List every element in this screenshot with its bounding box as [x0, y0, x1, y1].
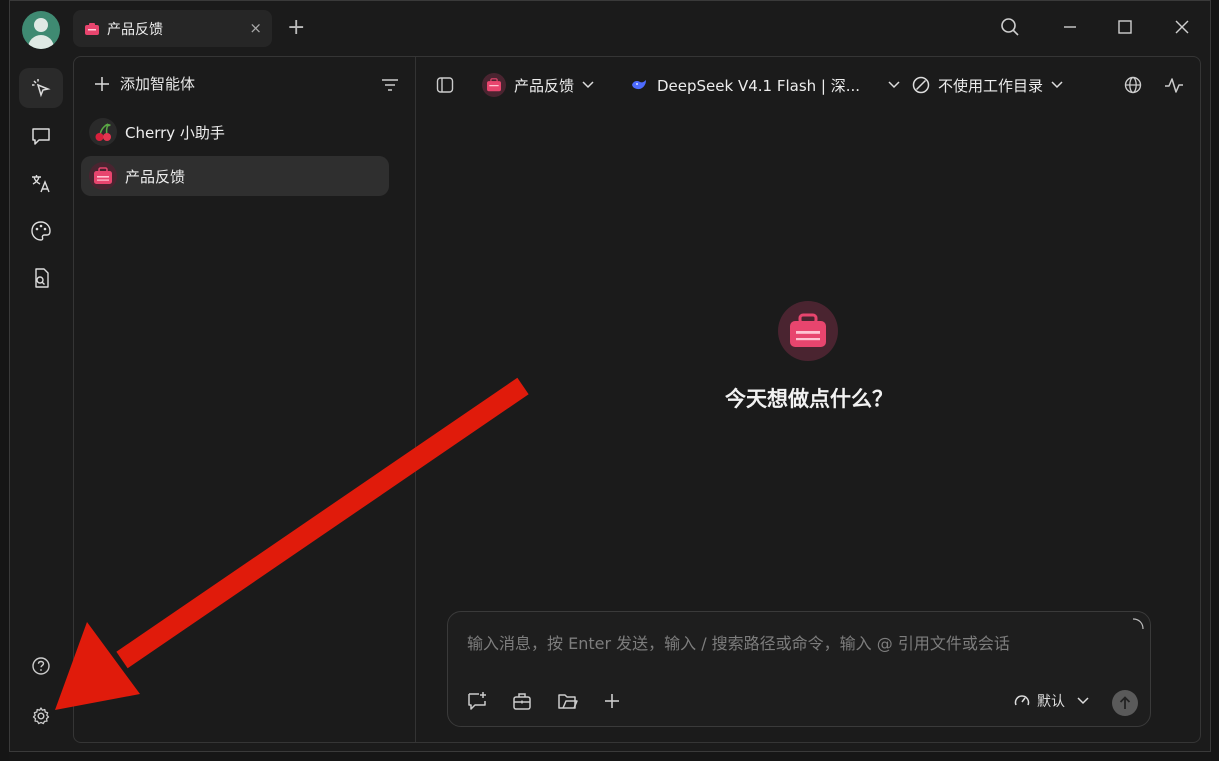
- mode-selector[interactable]: 默认: [1013, 691, 1089, 711]
- rail-translate-button[interactable]: [19, 163, 63, 203]
- folder-icon: [556, 690, 578, 712]
- plus-icon: [603, 692, 621, 710]
- sidebar-toggle-icon: [436, 76, 454, 94]
- message-composer[interactable]: 输入消息，按 Enter 发送，输入 / 搜索路径或命令，输入 @ 引用文件或会…: [447, 611, 1151, 727]
- agent-name: Cherry 小助手: [125, 123, 225, 142]
- background-window-edge-right: [1211, 0, 1219, 761]
- agent-sidebar: 添加智能体 Cherry 小助手 产品反馈: [74, 57, 416, 742]
- model-selector[interactable]: DeepSeek V4.1 Flash | 深...: [631, 73, 900, 97]
- toolbox-icon: [778, 301, 838, 361]
- maximize-icon[interactable]: [1113, 15, 1137, 39]
- palette-icon: [30, 220, 52, 242]
- chat-topbar: 产品反馈 DeepSeek V4.1 Flash | 深... 不使用工作目录: [416, 57, 1200, 113]
- chat-plus-icon: [466, 690, 488, 712]
- chevron-down-icon: [1051, 81, 1063, 89]
- globe-icon[interactable]: [1124, 73, 1142, 97]
- attach-plus-button[interactable]: [600, 689, 624, 713]
- rail-palette-button[interactable]: [19, 211, 63, 251]
- main-panel: 添加智能体 Cherry 小助手 产品反馈 产品反馈 DeepSeek V4.1…: [73, 56, 1201, 743]
- arrow-up-icon: [1119, 696, 1131, 710]
- add-agent-label: 添加智能体: [120, 75, 196, 93]
- model-label: DeepSeek V4.1 Flash | 深...: [657, 76, 861, 95]
- agent-item-cherry[interactable]: Cherry 小助手: [81, 112, 389, 152]
- chevron-down-icon: [888, 81, 900, 89]
- translate-icon: [30, 172, 52, 194]
- forbidden-icon: [912, 76, 930, 94]
- rail-file-search-button[interactable]: [19, 258, 63, 298]
- agent-name: 产品反馈: [125, 167, 186, 186]
- workdir-label: 不使用工作目录: [938, 76, 1044, 95]
- rail-agent-button[interactable]: [19, 68, 63, 108]
- user-avatar[interactable]: [22, 11, 60, 49]
- rail-chat-button[interactable]: [19, 116, 63, 156]
- deepseek-whale-icon: [631, 77, 649, 93]
- toolbox-outline-icon: [511, 690, 533, 712]
- chevron-down-icon: [582, 81, 594, 89]
- tab-product-feedback[interactable]: 产品反馈 ×: [73, 10, 272, 47]
- file-search-icon: [30, 267, 52, 289]
- toggle-sidebar-button[interactable]: [436, 73, 454, 97]
- workdir-selector[interactable]: 不使用工作目录: [912, 73, 1063, 97]
- help-icon: [31, 656, 51, 676]
- chat-bubble-icon: [30, 125, 52, 147]
- agent-selector-label: 产品反馈: [514, 76, 575, 95]
- toolbox-icon: [482, 73, 506, 97]
- tab-close-icon[interactable]: ×: [249, 19, 262, 37]
- minimize-icon[interactable]: [1058, 15, 1082, 39]
- tab-label: 产品反馈: [107, 21, 163, 38]
- open-folder-button[interactable]: [555, 689, 579, 713]
- agent-selector[interactable]: 产品反馈: [482, 73, 594, 97]
- send-button[interactable]: [1112, 690, 1138, 716]
- rail-settings-button[interactable]: [19, 696, 63, 736]
- cherry-icon: [89, 118, 117, 146]
- add-agent-button[interactable]: 添加智能体: [94, 73, 195, 94]
- background-window-edge: [0, 0, 9, 761]
- app-window: 产品反馈 × + 添加智能体 Cherry 小助手 产品反馈 产品反馈 Deep…: [9, 0, 1211, 752]
- activity-icon[interactable]: [1164, 73, 1184, 97]
- rail-help-button[interactable]: [19, 646, 63, 686]
- toolbox-icon: [89, 162, 117, 190]
- speedometer-icon: [1013, 692, 1031, 710]
- agent-item-product-feedback[interactable]: 产品反馈: [81, 156, 389, 196]
- message-input[interactable]: 输入消息，按 Enter 发送，输入 / 搜索路径或命令，输入 @ 引用文件或会…: [467, 630, 1010, 654]
- mode-label: 默认: [1037, 694, 1065, 710]
- filter-icon[interactable]: [381, 77, 399, 93]
- plus-icon: [94, 76, 110, 92]
- chevron-down-icon: [1077, 697, 1089, 705]
- new-tab-button[interactable]: +: [287, 14, 305, 42]
- search-icon[interactable]: [998, 15, 1022, 39]
- new-topic-button[interactable]: [465, 689, 489, 713]
- toolbox-icon: [85, 22, 99, 35]
- gear-icon: [31, 706, 51, 726]
- toolbox-button[interactable]: [510, 689, 534, 713]
- sparkle-cursor-icon: [30, 77, 52, 99]
- close-window-icon[interactable]: [1170, 15, 1194, 39]
- welcome-heading: 今天想做点什么？: [725, 387, 893, 411]
- resize-handle-icon[interactable]: [1132, 618, 1144, 630]
